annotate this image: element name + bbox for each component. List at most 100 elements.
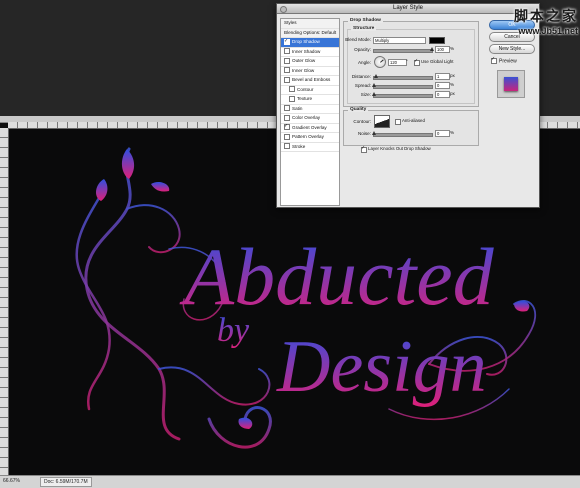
preview-toggle[interactable]: Preview [491, 56, 517, 65]
style-checkbox[interactable] [284, 114, 290, 121]
style-item-label: Inner Glow [292, 67, 315, 73]
style-item-styles[interactable]: Styles [281, 19, 339, 29]
style-item-bevel-and-emboss[interactable]: Bevel and Emboss [281, 76, 339, 86]
style-checkbox[interactable] [289, 86, 295, 93]
opacity-label: Opacity: [354, 47, 371, 52]
style-item-label: Contour [297, 86, 314, 92]
style-checkbox[interactable] [289, 95, 295, 102]
document-size-info[interactable]: Doc: 6.59M/170.7M [40, 477, 92, 487]
opacity-field[interactable]: 100 [435, 46, 450, 53]
spread-label: Spread: [354, 83, 371, 88]
style-item-color-overlay[interactable]: Color Overlay [281, 114, 339, 124]
style-item-blending-options-default[interactable]: Blending Options: Default [281, 28, 339, 38]
size-slider-knob[interactable] [372, 92, 376, 96]
angle-field[interactable]: 120 [388, 59, 407, 66]
style-item-inner-glow[interactable]: Inner Glow [281, 67, 339, 76]
style-preview-square [504, 77, 518, 91]
angle-unit: ° [406, 59, 408, 64]
style-item-label: Bevel and Emboss [292, 77, 331, 82]
style-checkbox[interactable] [284, 67, 290, 74]
opacity-slider[interactable] [373, 47, 434, 53]
style-checkbox[interactable] [284, 143, 290, 150]
use-global-light-label: Use Global Light [421, 59, 454, 64]
style-item-gradient-overlay[interactable]: Gradient Overlay [281, 124, 339, 133]
shadow-color-swatch[interactable] [429, 37, 445, 44]
distance-slider[interactable] [373, 74, 433, 80]
blend-mode-select[interactable]: Multiply [373, 37, 426, 44]
style-item-label: Color Overlay [292, 115, 321, 120]
quality-title: Quality [348, 107, 369, 112]
zoom-level[interactable]: 66.67% [3, 478, 20, 484]
style-item-label: Blending Options: Default [284, 29, 337, 35]
style-checkbox[interactable] [284, 76, 290, 83]
style-item-label: Stroke [292, 143, 306, 149]
angle-label: Angle: [357, 60, 371, 65]
style-item-label: Texture [297, 96, 313, 101]
knockout-checkbox[interactable] [361, 145, 367, 153]
artwork-word-design: Design [276, 326, 487, 408]
style-checkbox[interactable] [284, 57, 290, 64]
contour-label: Contour: [353, 119, 371, 124]
dialog-title: Layer Style [392, 5, 423, 11]
anti-aliased-checkbox[interactable] [395, 119, 401, 125]
watermark-url: www.Jb51.net [518, 26, 578, 36]
watermark-chinese-text: 脚本之家 [514, 9, 578, 25]
style-item-contour[interactable]: Contour [281, 86, 339, 95]
preview-checkbox[interactable] [491, 56, 497, 64]
structure-title: Structure [351, 26, 377, 31]
noise-slider-knob[interactable] [372, 131, 376, 135]
anti-aliased-label: Anti-aliased [402, 118, 425, 123]
drop-shadow-section-title: Drop Shadow [348, 18, 383, 23]
style-item-label: Gradient Overlay [292, 124, 327, 130]
style-checkbox[interactable] [284, 48, 290, 55]
distance-label: Distance: [351, 74, 371, 79]
styles-list: Styles Blending Options: Default Drop Shad… [280, 18, 340, 206]
artwork-word-abducted: Abducted [179, 231, 495, 322]
style-checkbox[interactable] [284, 105, 290, 112]
style-item-texture[interactable]: Texture [281, 95, 339, 105]
style-checkbox[interactable] [284, 38, 290, 45]
site-watermark: 脚本之家 www.Jb51.net [494, 6, 578, 36]
distance-slider-knob[interactable] [374, 74, 378, 78]
style-item-label: Inner Shadow [292, 48, 321, 54]
use-global-light-checkbox[interactable] [414, 58, 420, 66]
size-label: Size: [360, 92, 371, 97]
spread-slider-knob[interactable] [372, 83, 376, 87]
close-window-icon[interactable] [280, 6, 287, 13]
preview-label: Preview [499, 58, 517, 65]
spread-field[interactable]: 0 [435, 82, 450, 89]
noise-field[interactable]: 0 [435, 130, 450, 137]
opacity-slider-knob[interactable] [430, 47, 434, 51]
style-checkbox[interactable] [284, 133, 290, 140]
spread-slider[interactable] [372, 83, 433, 89]
style-item-satin[interactable]: Satin [281, 105, 339, 114]
style-item-outer-glow[interactable]: Outer Glow [281, 57, 339, 67]
style-item-label: Styles [284, 20, 297, 25]
size-slider[interactable] [372, 92, 433, 98]
contour-picker[interactable] [374, 115, 390, 128]
distance-field[interactable]: 1 [435, 73, 450, 80]
noise-slider[interactable] [372, 131, 433, 137]
quality-group [343, 110, 479, 146]
vertical-ruler[interactable] [0, 128, 9, 475]
style-item-label: Drop Shadow [292, 39, 320, 44]
style-item-stroke[interactable]: Stroke [281, 143, 339, 152]
spread-unit: % [450, 82, 455, 87]
style-item-drop-shadow[interactable]: Drop Shadow [281, 38, 339, 48]
style-item-pattern-overlay[interactable]: Pattern Overlay [281, 133, 339, 143]
new-style-button[interactable]: New Style... [489, 44, 535, 54]
opacity-unit: % [450, 46, 455, 51]
noise-label: Noise: [357, 131, 371, 136]
angle-dial[interactable] [374, 56, 386, 68]
style-item-inner-shadow[interactable]: Inner Shadow [281, 48, 339, 57]
size-field[interactable]: 0 [435, 91, 450, 98]
size-unit: px [450, 91, 455, 96]
blend-mode-label: Blend Mode: [345, 37, 371, 42]
style-item-label: Outer Glow [292, 58, 316, 63]
distance-unit: px [450, 73, 455, 78]
noise-unit: % [450, 130, 455, 135]
style-checkbox[interactable] [284, 124, 290, 131]
style-item-label: Satin [292, 105, 303, 111]
artwork-word-by: by [217, 312, 250, 349]
status-bar: 66.67% Doc: 6.59M/170.7M [0, 475, 580, 488]
